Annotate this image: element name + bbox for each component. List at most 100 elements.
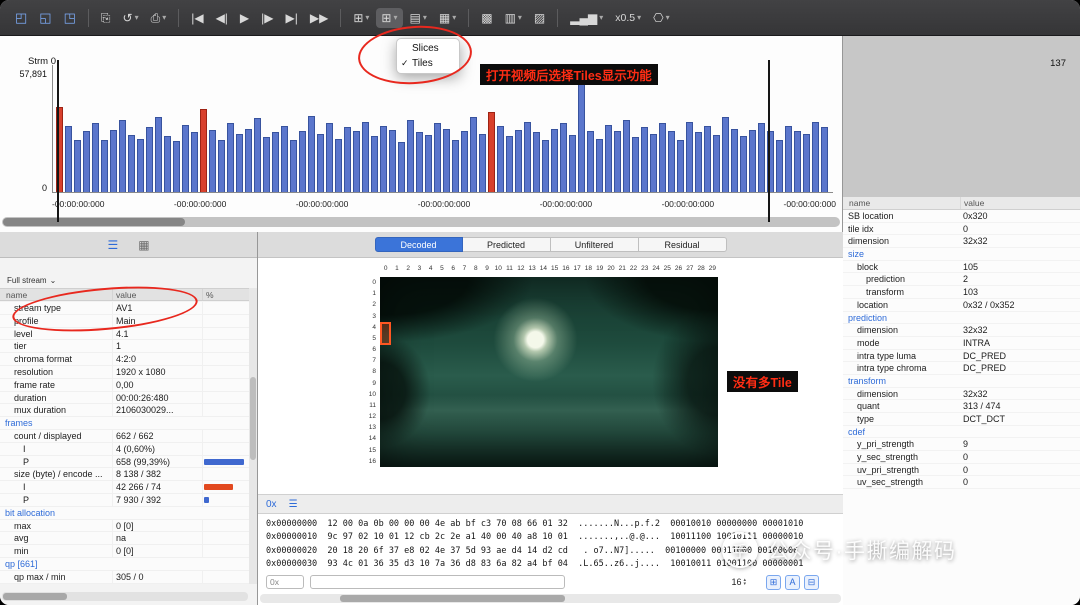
- frame-bar[interactable]: [308, 115, 315, 192]
- block-table-row[interactable]: SB location 0x320: [843, 210, 1080, 223]
- hex-offset-icon[interactable]: 0x: [266, 499, 277, 510]
- frame-bar[interactable]: [776, 139, 783, 192]
- filter-view-button[interactable]: ▥ ▾: [500, 8, 527, 28]
- frame-bar[interactable]: [803, 133, 810, 192]
- block-table-row[interactable]: y_sec_strength 0: [843, 451, 1080, 464]
- block-table-row[interactable]: transform: [843, 375, 1080, 388]
- stream-table-row[interactable]: P 7 930 / 392: [0, 493, 249, 507]
- list-view-icon[interactable]: ☰: [107, 238, 118, 252]
- scope-selector[interactable]: Full stream ⌄: [7, 276, 56, 285]
- frame-bar[interactable]: [272, 132, 279, 192]
- frame-bar[interactable]: [209, 129, 216, 192]
- jump-end-button[interactable]: ▶|: [281, 8, 303, 28]
- tab-residual[interactable]: Residual: [638, 237, 727, 252]
- block-table-row[interactable]: quant 313 / 474: [843, 400, 1080, 413]
- left-vertical-scrollbar[interactable]: [249, 288, 257, 584]
- stream-table-row[interactable]: avg na: [0, 532, 249, 546]
- frame-bar[interactable]: [299, 131, 306, 192]
- stream-table-row[interactable]: size (byte) / encode ... 8 138 / 382: [0, 468, 249, 482]
- block-table-row[interactable]: y_pri_strength 9: [843, 438, 1080, 452]
- frame-bar[interactable]: [146, 127, 153, 192]
- frame-bar[interactable]: [731, 128, 738, 192]
- block-table-row[interactable]: dimension 32x32: [843, 388, 1080, 401]
- frame-bar[interactable]: [74, 139, 81, 192]
- frame-bar[interactable]: [515, 129, 522, 192]
- panel-right-button[interactable]: ◳: [59, 8, 81, 28]
- frame-bar[interactable]: [668, 131, 675, 192]
- block-table-row[interactable]: prediction: [843, 312, 1080, 325]
- step-forward-button[interactable]: |▶: [256, 8, 278, 28]
- stream-table-row[interactable]: I 42 266 / 74: [0, 481, 249, 494]
- frame-bar[interactable]: [434, 123, 441, 192]
- decoded-frame-image[interactable]: [380, 277, 718, 467]
- frame-bar[interactable]: [794, 131, 801, 192]
- chart-scrollbar[interactable]: [2, 217, 840, 227]
- chart-plot[interactable]: [52, 65, 833, 193]
- frame-bar[interactable]: [821, 127, 828, 192]
- frame-bar[interactable]: [533, 132, 540, 192]
- frame-bar[interactable]: [137, 138, 144, 192]
- hex-mode-icon[interactable]: ⊞: [766, 574, 781, 590]
- settings-button[interactable]: ⎔ ▾: [648, 8, 675, 28]
- frame-bar[interactable]: [317, 133, 324, 192]
- block-table-row[interactable]: uv_sec_strength 0: [843, 476, 1080, 490]
- frame-bar[interactable]: [524, 122, 531, 192]
- stream-table-row[interactable]: count / displayed 662 / 662: [0, 429, 249, 443]
- frame-bar[interactable]: [164, 136, 171, 192]
- slices-tiles-view-button[interactable]: ⊞ ▾: [376, 7, 403, 28]
- frame-bar[interactable]: [488, 112, 495, 192]
- block-table-row[interactable]: intra type luma DC_PRED: [843, 350, 1080, 363]
- tab-unfiltered[interactable]: Unfiltered: [550, 237, 639, 252]
- block-table-row[interactable]: block 105: [843, 261, 1080, 274]
- tab-predicted[interactable]: Predicted: [462, 237, 551, 252]
- block-table-row[interactable]: tile idx 0: [843, 223, 1080, 236]
- left-horizontal-scrollbar[interactable]: [2, 592, 248, 601]
- frame-bar[interactable]: [128, 134, 135, 192]
- scrollbar-thumb[interactable]: [340, 595, 565, 602]
- heatmap-view-button[interactable]: ▦ ▾: [434, 8, 461, 28]
- frame-bar[interactable]: [425, 134, 432, 192]
- frame-bar[interactable]: [623, 119, 630, 192]
- frame-bar[interactable]: [677, 139, 684, 192]
- frame-bar[interactable]: [254, 118, 261, 192]
- frame-bar[interactable]: [659, 123, 666, 192]
- stream-table-row[interactable]: frames: [0, 417, 249, 430]
- frame-bar[interactable]: [461, 131, 468, 192]
- frame-bar[interactable]: [587, 131, 594, 192]
- frame-bar[interactable]: [551, 128, 558, 192]
- frame-bar[interactable]: [641, 127, 648, 192]
- chart-view-button[interactable]: ▂▄▆ ▾: [565, 8, 608, 28]
- jump-start-button[interactable]: |◀: [186, 8, 208, 28]
- selected-superblock-marker[interactable]: [380, 322, 391, 345]
- stream-table-row[interactable]: level 4.1: [0, 327, 249, 341]
- frame-bar[interactable]: [479, 133, 486, 192]
- frame-bar[interactable]: [182, 124, 189, 192]
- frame-bar[interactable]: [281, 125, 288, 192]
- frame-bar[interactable]: [398, 142, 405, 192]
- frame-bar[interactable]: [560, 123, 567, 192]
- frame-bar[interactable]: [263, 137, 270, 192]
- frame-bar[interactable]: [227, 123, 234, 192]
- frame-bar[interactable]: [110, 129, 117, 192]
- scrollbar-thumb[interactable]: [3, 593, 67, 600]
- reload-button[interactable]: ↺ ▾: [118, 8, 144, 28]
- block-table-row[interactable]: cdef: [843, 426, 1080, 439]
- export-button[interactable]: ⎙ ▾: [146, 8, 172, 28]
- chart-cursor[interactable]: [768, 60, 770, 222]
- frame-bar[interactable]: [542, 139, 549, 192]
- frame-bar[interactable]: [416, 132, 423, 192]
- frame-bar[interactable]: [389, 129, 396, 192]
- page-size-control[interactable]: 16 ▴ ▾: [731, 577, 746, 587]
- frame-bar[interactable]: [758, 123, 765, 192]
- scrollbar-thumb[interactable]: [250, 376, 256, 460]
- frame-bar[interactable]: [380, 125, 387, 192]
- frame-bar[interactable]: [569, 134, 576, 192]
- spin-down-icon[interactable]: ▾: [743, 582, 746, 587]
- frame-bar[interactable]: [686, 122, 693, 192]
- frame-bar[interactable]: [407, 119, 414, 192]
- panel-left-button[interactable]: ◰: [10, 8, 32, 28]
- block-table-row[interactable]: dimension 32x32: [843, 235, 1080, 249]
- frame-bar[interactable]: [695, 132, 702, 192]
- frame-bar[interactable]: [470, 117, 477, 192]
- frame-bar[interactable]: [713, 134, 720, 192]
